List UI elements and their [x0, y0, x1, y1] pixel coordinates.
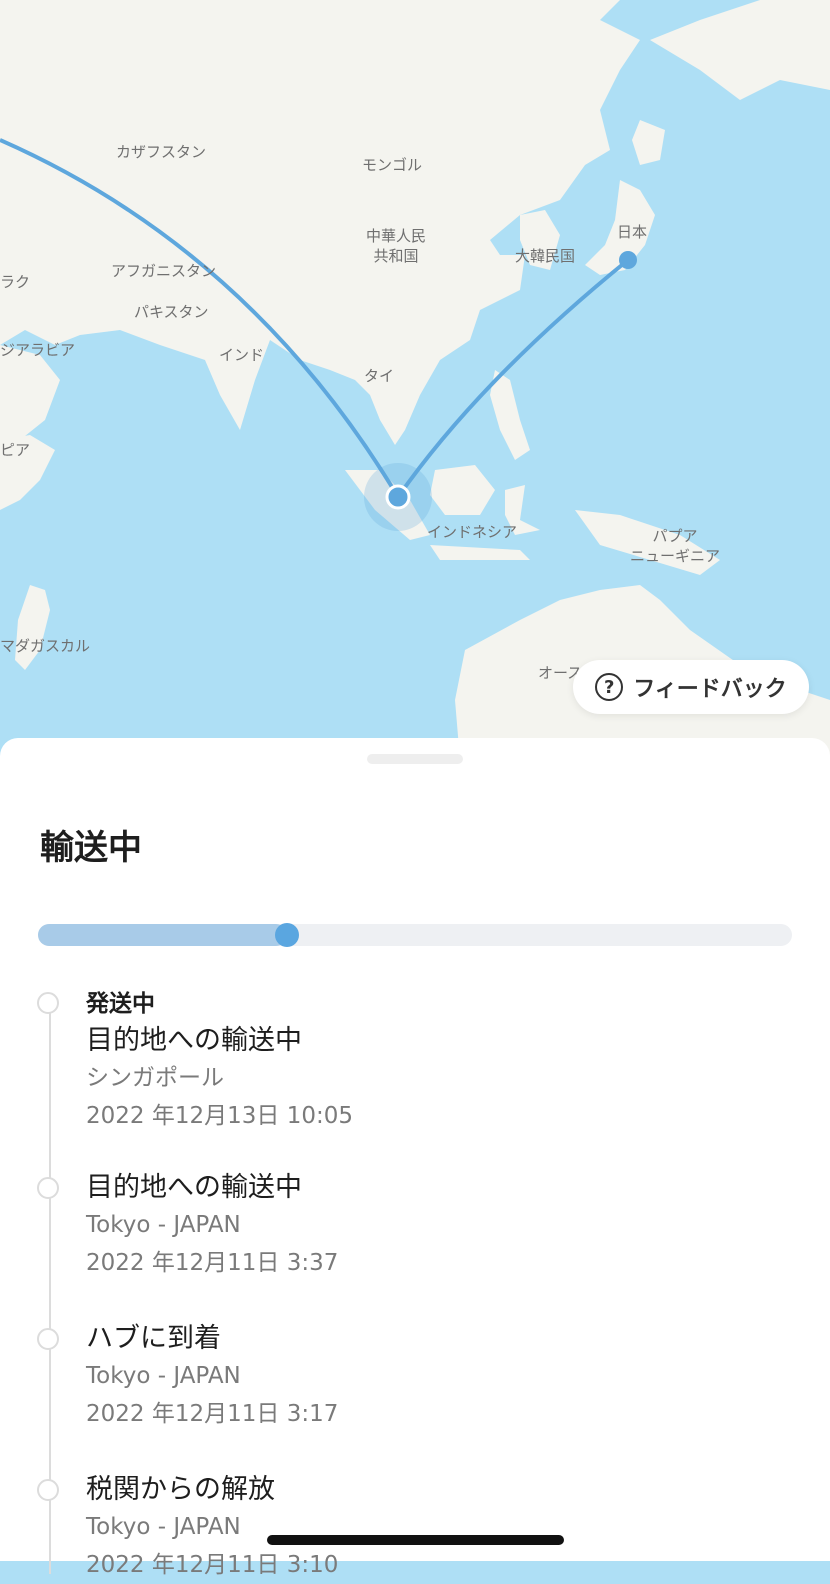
timeline-event: 目的地への輸送中 Tokyo - JAPAN 2022 年12月11日 3:37 — [37, 1169, 339, 1282]
event-title: 税関からの解放 — [86, 1474, 275, 1505]
map-label-korea: 大韓民国 — [515, 247, 576, 265]
event-location: シンガポール — [86, 1065, 224, 1091]
event-status-label: 発送中 — [86, 991, 155, 1017]
shipment-status-title: 輸送中 — [40, 828, 142, 868]
map-label-mongolia: モンゴル — [362, 156, 423, 174]
progress-knob — [275, 923, 299, 947]
home-indicator — [267, 1535, 564, 1545]
map-label-saudi: ジアラビア — [0, 341, 76, 359]
sheet-drag-handle[interactable] — [367, 754, 463, 764]
event-title: ハブに到着 — [86, 1323, 221, 1354]
question-circle-icon: ? — [595, 673, 624, 701]
timeline-event: 発送中 目的地への輸送中 シンガポール 2022 年12月13日 10:05 — [37, 986, 353, 1135]
timeline-dot — [37, 992, 59, 1014]
map-label-india: インド — [219, 346, 265, 364]
event-datetime: 2022 年12月13日 10:05 — [86, 1103, 353, 1129]
map-label-afghanistan: アフガニスタン — [111, 262, 217, 280]
timeline-event: 税関からの解放 Tokyo - JAPAN 2022 年12月11日 3:10 — [37, 1471, 339, 1584]
destination-dot[interactable] — [619, 251, 637, 269]
feedback-button[interactable]: ? フィードバック — [573, 660, 809, 714]
map-label-indonesia: インドネシア — [427, 523, 518, 541]
shipment-sheet: 輸送中 発送中 目的地への輸送中 シンガポール 2022 年12月13日 10:… — [0, 738, 830, 1578]
event-title: 目的地への輸送中 — [86, 1025, 302, 1056]
timeline-dot — [37, 1479, 59, 1501]
map-label-japan: 日本 — [617, 223, 648, 241]
current-location-dot[interactable] — [385, 484, 411, 510]
timeline-dot — [37, 1328, 59, 1350]
shipment-progress-bar — [38, 923, 792, 947]
timeline-event: ハブに到着 Tokyo - JAPAN 2022 年12月11日 3:17 — [37, 1320, 339, 1433]
timeline-dot — [37, 1177, 59, 1199]
event-datetime: 2022 年12月11日 3:17 — [86, 1401, 339, 1427]
map-label-iraq: ラク — [0, 273, 31, 291]
event-title: 目的地への輸送中 — [86, 1172, 302, 1203]
event-location: Tokyo - JAPAN — [86, 1363, 241, 1389]
map-view[interactable]: カザフスタン モンゴル 中華人民 共和国 日本 大韓民国 ラク アフガニスタン … — [0, 0, 830, 760]
event-datetime: 2022 年12月11日 3:37 — [86, 1250, 339, 1276]
map-label-madagascar: マダガスカル — [0, 637, 91, 655]
map-label-thailand: タイ — [364, 367, 395, 385]
map-label-png: パプア ニューギニア — [630, 527, 721, 565]
map-label-pakistan: パキスタン — [134, 303, 209, 321]
event-datetime: 2022 年12月11日 3:10 — [86, 1552, 339, 1578]
event-location: Tokyo - JAPAN — [86, 1212, 241, 1238]
map-label-ethiopia: ピア — [0, 441, 31, 459]
map-svg — [0, 0, 830, 760]
map-label-kazakhstan: カザフスタン — [116, 143, 207, 161]
progress-fill — [38, 924, 287, 946]
feedback-label: フィードバック — [633, 677, 787, 702]
map-label-china: 中華人民 共和国 — [366, 227, 427, 265]
